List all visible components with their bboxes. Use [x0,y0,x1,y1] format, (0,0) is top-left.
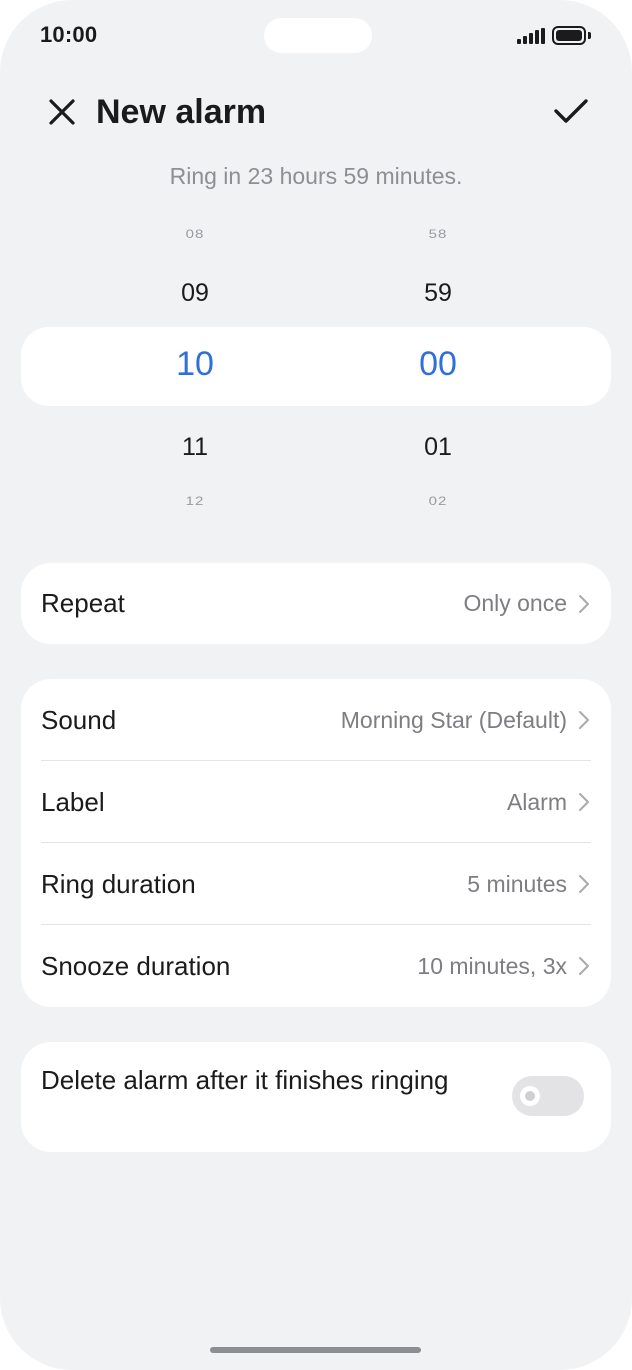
close-button[interactable] [40,90,84,134]
snooze-duration-value: 10 minutes, 3x [417,952,567,979]
page-title: New alarm [96,93,267,131]
toggle-knob [520,1086,540,1106]
repeat-card: Repeat Only once [21,563,611,644]
home-indicator[interactable] [210,1347,421,1353]
label-value: Alarm [506,788,567,815]
checkmark-icon [554,99,588,123]
minute-option[interactable]: 59 [378,279,498,308]
sound-row[interactable]: Sound Morning Star (Default) [41,679,591,761]
hour-option[interactable]: 12 [135,495,255,509]
label-row[interactable]: Label Alarm [41,761,591,843]
status-time: 10:00 [40,22,98,47]
delete-after-label: Delete alarm after it finishes ringing [41,1065,449,1095]
label-label: Label [41,786,105,817]
battery-nub [588,32,591,39]
repeat-label: Repeat [41,588,125,618]
chevron-right-icon [579,875,589,893]
minute-selected[interactable]: 00 [378,345,498,384]
hour-selected[interactable]: 10 [135,345,255,384]
ring-countdown-text: Ring in 23 hours 59 minutes. [169,163,463,189]
delete-after-toggle[interactable] [512,1076,584,1116]
chevron-right-icon [579,594,589,613]
repeat-row[interactable]: Repeat Only once [41,563,591,644]
ring-duration-row[interactable]: Ring duration 5 minutes [41,843,591,925]
confirm-button[interactable] [548,88,594,134]
battery-icon [552,26,586,45]
sound-label: Sound [41,704,117,735]
signal-icon [517,28,545,44]
camera-notch [264,18,372,53]
snooze-duration-label: Snooze duration [41,950,231,981]
minute-option[interactable]: 01 [378,433,498,462]
chevron-right-icon [579,793,589,811]
repeat-value: Only once [463,590,567,616]
delete-after-card: Delete alarm after it finishes ringing [21,1042,611,1152]
phone-screen: 10:00 New alarm Ring in 23 hours 59 minu… [0,0,632,1370]
chevron-right-icon [579,957,589,975]
sound-value: Morning Star (Default) [340,706,567,733]
hour-option[interactable]: 11 [135,433,255,462]
minute-option[interactable]: 02 [378,495,498,509]
snooze-duration-row[interactable]: Snooze duration 10 minutes, 3x [41,925,591,1007]
chevron-right-icon [579,711,589,729]
hour-option[interactable]: 09 [135,279,255,308]
picker-selection-band [21,327,611,406]
ring-duration-value: 5 minutes [467,870,567,897]
settings-card: Sound Morning Star (Default) Label Alarm… [21,679,611,1007]
close-icon [49,99,75,125]
hour-option[interactable]: 08 [135,228,255,242]
minute-option[interactable]: 58 [378,228,498,242]
ring-duration-label: Ring duration [41,868,196,899]
